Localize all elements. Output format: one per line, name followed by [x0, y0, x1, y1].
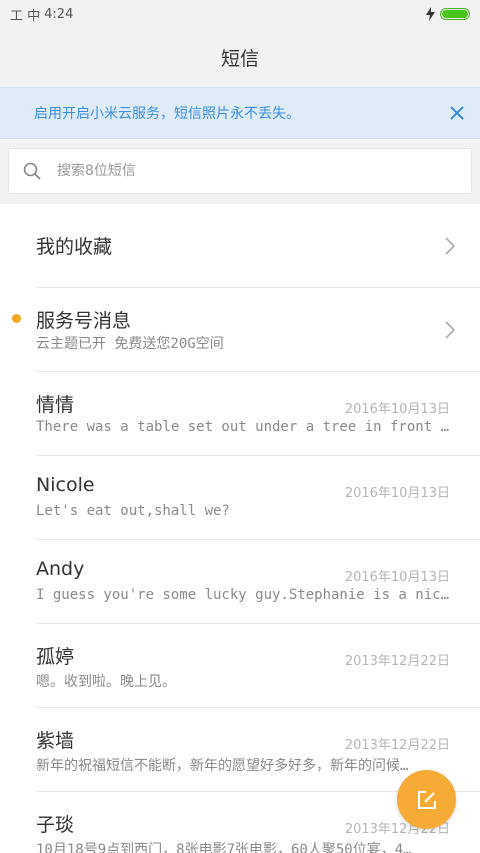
search-icon [23, 162, 41, 180]
page-title: 短信 [220, 48, 259, 70]
unread-dot [12, 314, 21, 323]
conversation-date: 2016年10月13日 [344, 570, 450, 585]
conversation-date: 2013年12月22日 [344, 738, 450, 753]
conversation-name: Andy [36, 558, 85, 580]
search-box[interactable] [8, 148, 472, 194]
status-right [426, 7, 470, 21]
conversation-preview: I guess you're some lucky guy.Stephanie … [36, 587, 450, 603]
conversation-list: 我的收藏 服务号消息 云主题已开 免费送您20G空间 情情 2016年10月13… [0, 204, 480, 853]
close-icon[interactable] [448, 104, 466, 122]
list-item-service-messages[interactable]: 服务号消息 云主题已开 免费送您20G空间 [12, 288, 480, 372]
conversation-name: Nicole [36, 474, 95, 496]
battery-fill [442, 10, 468, 18]
conversation-name: 紫墙 [36, 730, 75, 752]
conversation-name: 我的收藏 [36, 236, 113, 258]
status-left: 工 中 4:24 [10, 5, 73, 24]
signal-indicator: 工 中 [10, 8, 41, 24]
compose-button[interactable] [397, 770, 456, 829]
status-time: 4:24 [44, 6, 74, 22]
conversation-date: 2016年10月13日 [344, 486, 450, 501]
battery-icon [440, 8, 470, 20]
conversation-preview: Let's eat out,shall we? [36, 503, 230, 519]
search-input[interactable] [57, 163, 437, 179]
conversation-preview: 10月18号9点到西门，8张电影7张电影，60人聚50位宴，4… [36, 842, 412, 853]
conversation-preview: There was a table set out under a tree i… [36, 419, 450, 435]
chevron-right-icon [445, 237, 456, 255]
title-bar: 短信 [0, 28, 480, 87]
conversation-name: 子琰 [36, 814, 75, 836]
conversation-preview: 新年的祝福短信不能断，新年的愿望好多好多，新年的问候… [36, 758, 409, 774]
conversation-date: 2013年12月22日 [344, 654, 450, 669]
notice-text: 启用开启小米云服务，短信照片永不丢失。 [34, 106, 300, 122]
cloud-notice-banner[interactable]: 启用开启小米云服务，短信照片永不丢失。 [0, 87, 480, 139]
status-bar: 工 中 4:24 [0, 0, 480, 28]
compose-icon [417, 790, 436, 809]
conversation-name: 服务号消息 [36, 310, 132, 332]
search-bar [0, 139, 480, 204]
conversation-date: 2016年10月13日 [344, 402, 450, 417]
conversation-preview: 嗯。收到啦。晚上见。 [36, 674, 176, 690]
list-item[interactable]: 情情 2016年10月13日 There was a table set out… [36, 372, 480, 456]
conversation-preview: 云主题已开 免费送您20G空间 [36, 336, 224, 352]
list-item[interactable]: Andy 2016年10月13日 I guess you're some luc… [36, 540, 480, 624]
list-item-favorites[interactable]: 我的收藏 [36, 204, 480, 288]
conversation-name: 孤婷 [36, 646, 75, 668]
chevron-right-icon [445, 321, 456, 339]
conversation-name: 情情 [36, 394, 75, 416]
list-item[interactable]: Nicole 2016年10月13日 Let's eat out,shall w… [36, 456, 480, 540]
bolt-icon [426, 7, 435, 21]
list-item[interactable]: 孤婷 2013年12月22日 嗯。收到啦。晚上见。 [36, 624, 480, 708]
